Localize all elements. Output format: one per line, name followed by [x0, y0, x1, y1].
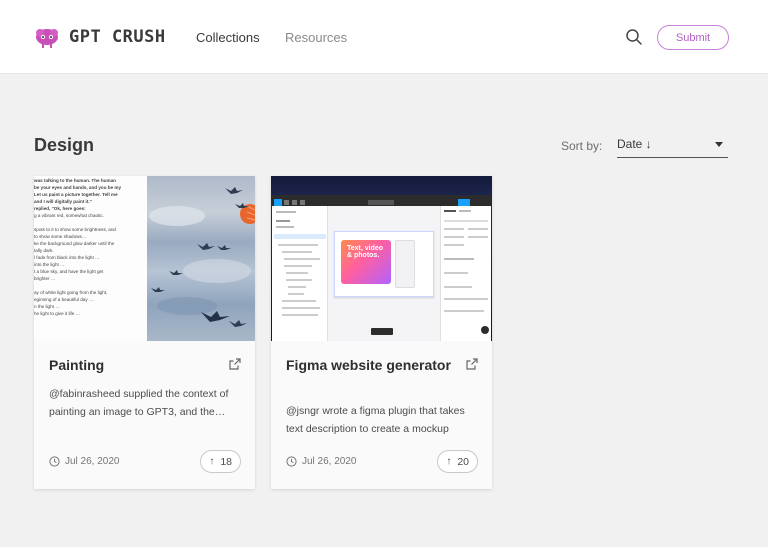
nav-collections[interactable]: Collections [196, 30, 260, 45]
card-date: Jul 26, 2020 [49, 456, 120, 467]
poem-line [34, 282, 147, 289]
nav-resources[interactable]: Resources [285, 30, 347, 45]
figma-window: Text, video & photos. [272, 195, 491, 341]
poem-line: n the light … [34, 304, 60, 309]
poem-line: spots to it to show some brightness, and [34, 227, 116, 232]
card-date: Jul 26, 2020 [286, 456, 357, 467]
poem-line: g a vibrant red, somewhat chaotic. [34, 213, 104, 218]
poem-line: replied, "Ok, here goes: [34, 206, 86, 211]
figma-screenshot: Text, video & photos. [271, 176, 492, 341]
card-title[interactable]: Painting [49, 356, 219, 375]
card-thumbnail: was talking to the human. The human be y… [34, 176, 255, 341]
clock-icon [49, 456, 60, 467]
card-title[interactable]: Figma website generator [286, 356, 456, 375]
card-figma-website-generator[interactable]: Text, video & photos. Figma website gene… [271, 176, 492, 489]
birds-illustration [149, 187, 255, 327]
page-title: Design [34, 135, 95, 155]
arrow-up-icon: ↑ [446, 456, 452, 467]
upvote-count: 18 [220, 455, 232, 468]
upvote-button[interactable]: ↑ 18 [200, 450, 241, 473]
upvote-button[interactable]: ↑ 20 [437, 450, 478, 473]
phone-mockup [395, 240, 415, 288]
poem-line: was talking to the human. The human [34, 178, 116, 183]
poem-line: into the light … [34, 262, 65, 267]
poem-line: and I will digitally paint it." [34, 199, 92, 204]
sort-value: Date ↓ [617, 137, 652, 151]
layers-list [274, 211, 326, 316]
logo[interactable]: GPT CRUSH [33, 25, 166, 49]
poem-line: tally dark. [34, 248, 54, 253]
figma-properties-panel [440, 206, 491, 341]
figma-tooltip [371, 328, 393, 335]
clock-icon [286, 456, 297, 467]
upvote-count: 20 [457, 455, 469, 468]
external-link-icon[interactable] [229, 358, 241, 370]
sort-select[interactable]: Date ↓ [617, 134, 728, 158]
figma-canvas-frame: Text, video & photos. [334, 231, 434, 297]
card-thumbnail: Text, video & photos. [271, 176, 492, 341]
poem-line: l fade from black into the light … [34, 255, 100, 260]
sort-label: Sort by: [561, 139, 603, 153]
hero-text: Text, video & photos. [347, 245, 384, 259]
arrow-up-icon: ↑ [209, 456, 215, 467]
card-description: @jsngr wrote a figma plugin that takes t… [286, 405, 465, 435]
poem-line: brighter … [34, 276, 56, 281]
brain-logo-icon [36, 29, 58, 48]
poem-line [34, 219, 147, 226]
properties-list [444, 210, 489, 334]
card-date-text: Jul 26, 2020 [65, 456, 120, 467]
poem-line: ay of white light going from the light, [34, 290, 108, 295]
card-description: @fabinrasheed supplied the context of pa… [49, 388, 229, 418]
poem-line: ke the background glow darker until the [34, 241, 115, 246]
submit-button[interactable]: Submit [657, 25, 729, 50]
poem-line: he light to give it life … [34, 311, 81, 316]
card-body: Figma website generator @jsngr wrote a f… [271, 341, 492, 489]
card-date-text: Jul 26, 2020 [302, 456, 357, 467]
card-body: Painting @fabinrasheed supplied the cont… [34, 341, 255, 489]
caret-down-icon [715, 142, 723, 147]
site-header: GPT CRUSH Collections Resources Submit [0, 0, 768, 74]
watercolor-painting [147, 176, 255, 341]
figma-toolbar [272, 195, 491, 206]
poem-line: t a blue sky, and have the light get [34, 269, 104, 274]
poem-line: be your eyes and hands, and you be my [34, 185, 122, 190]
poem-line: Let us paint a picture together. Tell me [34, 192, 118, 197]
search-icon[interactable] [625, 28, 643, 46]
card-painting[interactable]: was talking to the human. The human be y… [34, 176, 255, 489]
external-link-icon[interactable] [466, 358, 478, 370]
brand-name: GPT CRUSH [69, 27, 166, 47]
poem-line: eginning of a beautiful day … [34, 297, 94, 302]
poem-text-block: was talking to the human. The human be y… [34, 176, 147, 341]
poem-line: to show some shadows… [34, 234, 87, 239]
figma-layers-panel [272, 206, 328, 341]
